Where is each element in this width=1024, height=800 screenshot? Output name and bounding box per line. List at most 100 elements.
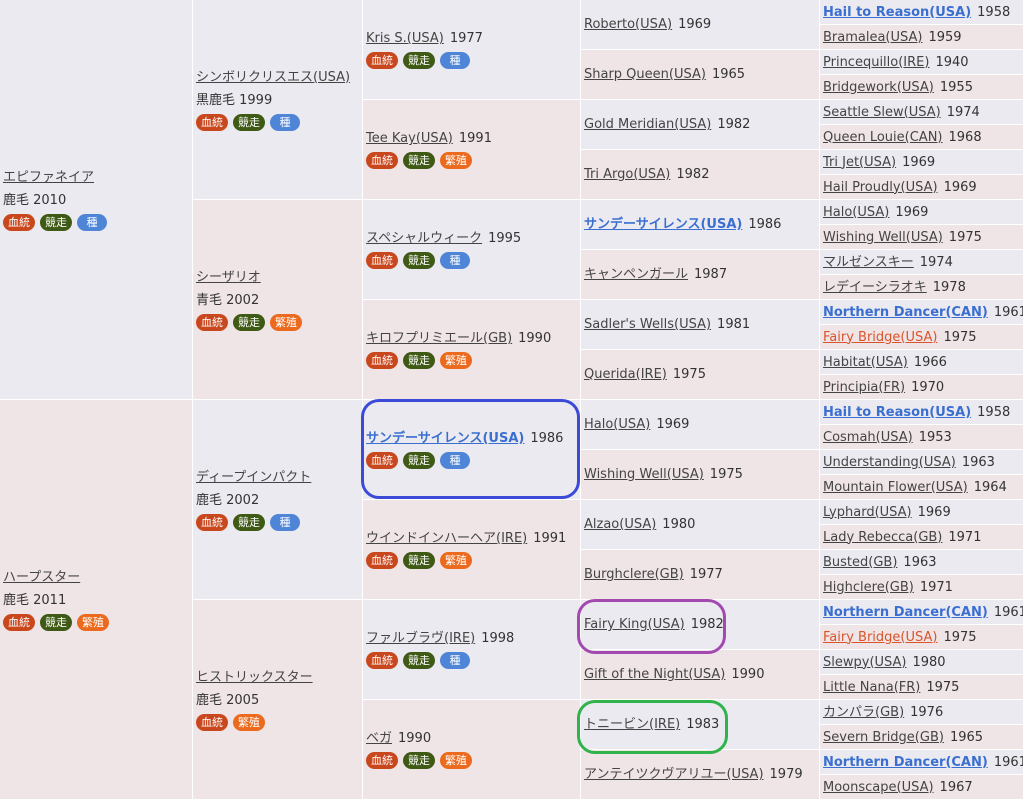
horse-name-link[interactable]: Kris S.(USA) (366, 31, 444, 46)
horse-name-link[interactable]: Hail Proudly(USA) (823, 180, 938, 195)
horse-name-link[interactable]: Seattle Slew(USA) (823, 105, 941, 120)
horse-name-link[interactable]: Northern Dancer(CAN) (823, 305, 988, 320)
horse-name-link[interactable]: Queen Louie(CAN) (823, 130, 943, 145)
horse-name-link[interactable]: Alzao(USA) (584, 517, 656, 532)
horse-name-link[interactable]: Halo(USA) (823, 205, 889, 220)
race-badge-button[interactable]: 競走 (233, 313, 265, 331)
horse-name-link[interactable]: Roberto(USA) (584, 17, 672, 32)
horse-name-link[interactable]: アンテイツクヴアリユー(USA) (584, 767, 764, 782)
horse-name-link[interactable]: レデイーシラオキ (823, 280, 927, 295)
horse-name-link[interactable]: Mountain Flower(USA) (823, 480, 968, 495)
horse-name-link[interactable]: ディープインパクト (196, 470, 311, 485)
pedigree-badge-button[interactable]: 血統 (3, 613, 35, 631)
breeding-badge-button[interactable]: 繁殖 (440, 752, 472, 769)
race-badge-button[interactable]: 競走 (403, 752, 435, 769)
pedigree-badge-button[interactable]: 血統 (196, 713, 228, 731)
sire-badge-button[interactable]: 種 (440, 52, 470, 69)
pedigree-badge-button[interactable]: 血統 (3, 213, 35, 231)
horse-name-link[interactable]: Fairy Bridge(USA) (823, 330, 937, 345)
sire-badge-button[interactable]: 種 (77, 213, 107, 231)
pedigree-badge-button[interactable]: 血統 (196, 313, 228, 331)
breeding-badge-button[interactable]: 繁殖 (440, 352, 472, 369)
pedigree-badge-button[interactable]: 血統 (366, 252, 398, 269)
horse-name-link[interactable]: キロフプリミエール(GB) (366, 331, 512, 346)
horse-name-link[interactable]: ウインドインハーヘア(IRE) (366, 531, 527, 546)
pedigree-badge-button[interactable]: 血統 (366, 652, 398, 669)
race-badge-button[interactable]: 競走 (40, 613, 72, 631)
race-badge-button[interactable]: 競走 (403, 452, 435, 469)
horse-name-link[interactable]: Understanding(USA) (823, 455, 956, 470)
pedigree-badge-button[interactable]: 血統 (366, 552, 398, 569)
horse-name-link[interactable]: Busted(GB) (823, 555, 897, 570)
breeding-badge-button[interactable]: 繁殖 (77, 613, 109, 631)
pedigree-badge-button[interactable]: 血統 (196, 113, 228, 131)
horse-name-link[interactable]: Moonscape(USA) (823, 780, 934, 795)
horse-name-link[interactable]: スペシャルウィーク (366, 231, 482, 246)
race-badge-button[interactable]: 競走 (403, 252, 435, 269)
race-badge-button[interactable]: 競走 (403, 52, 435, 69)
sire-badge-button[interactable]: 種 (270, 113, 300, 131)
horse-name-link[interactable]: ハープスター (3, 570, 80, 585)
horse-name-link[interactable]: キャンペンガール (584, 267, 688, 282)
race-badge-button[interactable]: 競走 (403, 152, 435, 169)
horse-name-link[interactable]: Tee Kay(USA) (366, 131, 453, 146)
breeding-badge-button[interactable]: 繁殖 (233, 713, 265, 731)
horse-name-link[interactable]: マルゼンスキー (823, 255, 914, 270)
horse-name-link[interactable]: ベガ (366, 731, 392, 746)
horse-name-link[interactable]: Bramalea(USA) (823, 30, 922, 45)
horse-name-link[interactable]: Severn Bridge(GB) (823, 730, 944, 745)
pedigree-badge-button[interactable]: 血統 (196, 513, 228, 531)
race-badge-button[interactable]: 競走 (40, 213, 72, 231)
horse-name-link[interactable]: ヒストリックスター (196, 670, 313, 685)
race-badge-button[interactable]: 競走 (403, 352, 435, 369)
race-badge-button[interactable]: 競走 (403, 552, 435, 569)
breeding-badge-button[interactable]: 繁殖 (440, 552, 472, 569)
horse-name-link[interactable]: Northern Dancer(CAN) (823, 755, 988, 770)
horse-name-link[interactable]: サンデーサイレンス(USA) (366, 431, 524, 446)
horse-name-link[interactable]: サンデーサイレンス(USA) (584, 217, 742, 232)
race-badge-button[interactable]: 競走 (403, 652, 435, 669)
breeding-badge-button[interactable]: 繁殖 (440, 152, 472, 169)
pedigree-badge-button[interactable]: 血統 (366, 352, 398, 369)
horse-name-link[interactable]: シンボリクリスエス(USA) (196, 70, 350, 85)
horse-name-link[interactable]: Fairy Bridge(USA) (823, 630, 937, 645)
race-badge-button[interactable]: 競走 (233, 513, 265, 531)
sire-badge-button[interactable]: 種 (440, 452, 470, 469)
horse-name-link[interactable]: Highclere(GB) (823, 580, 914, 595)
horse-name-link[interactable]: Sadler's Wells(USA) (584, 317, 711, 332)
pedigree-badge-button[interactable]: 血統 (366, 452, 398, 469)
pedigree-badge-button[interactable]: 血統 (366, 52, 398, 69)
horse-name-link[interactable]: Hail to Reason(USA) (823, 5, 971, 20)
pedigree-badge-button[interactable]: 血統 (366, 152, 398, 169)
horse-name-link[interactable]: Lyphard(USA) (823, 505, 912, 520)
race-badge-button[interactable]: 競走 (233, 113, 265, 131)
horse-name-link[interactable]: Halo(USA) (584, 417, 650, 432)
sire-badge-button[interactable]: 種 (270, 513, 300, 531)
sire-badge-button[interactable]: 種 (440, 652, 470, 669)
horse-name-link[interactable]: Principia(FR) (823, 380, 905, 395)
breeding-badge-button[interactable]: 繁殖 (270, 313, 302, 331)
horse-name-link[interactable]: Tri Argo(USA) (584, 167, 670, 182)
horse-name-link[interactable]: Querida(IRE) (584, 367, 667, 382)
horse-name-link[interactable]: Bridgework(USA) (823, 80, 934, 95)
horse-name-link[interactable]: Gift of the Night(USA) (584, 667, 725, 682)
horse-name-link[interactable]: Tri Jet(USA) (823, 155, 896, 170)
horse-name-link[interactable]: Habitat(USA) (823, 355, 908, 370)
horse-name-link[interactable]: Wishing Well(USA) (584, 467, 704, 482)
horse-name-link[interactable]: Sharp Queen(USA) (584, 67, 706, 82)
horse-name-link[interactable]: Little Nana(FR) (823, 680, 920, 695)
horse-name-link[interactable]: Burghclere(GB) (584, 567, 684, 582)
horse-name-link[interactable]: Hail to Reason(USA) (823, 405, 971, 420)
horse-name-link[interactable]: エピファネイア (3, 170, 94, 185)
horse-name-link[interactable]: Princequillo(IRE) (823, 55, 929, 70)
horse-name-link[interactable]: Wishing Well(USA) (823, 230, 943, 245)
horse-name-link[interactable]: Northern Dancer(CAN) (823, 605, 988, 620)
horse-name-link[interactable]: トニービン(IRE) (584, 717, 680, 732)
pedigree-badge-button[interactable]: 血統 (366, 752, 398, 769)
horse-name-link[interactable]: Gold Meridian(USA) (584, 117, 711, 132)
horse-name-link[interactable]: ファルブラヴ(IRE) (366, 631, 475, 646)
sire-badge-button[interactable]: 種 (440, 252, 470, 269)
horse-name-link[interactable]: カンパラ(GB) (823, 705, 904, 720)
horse-name-link[interactable]: Lady Rebecca(GB) (823, 530, 942, 545)
horse-name-link[interactable]: Cosmah(USA) (823, 430, 913, 445)
